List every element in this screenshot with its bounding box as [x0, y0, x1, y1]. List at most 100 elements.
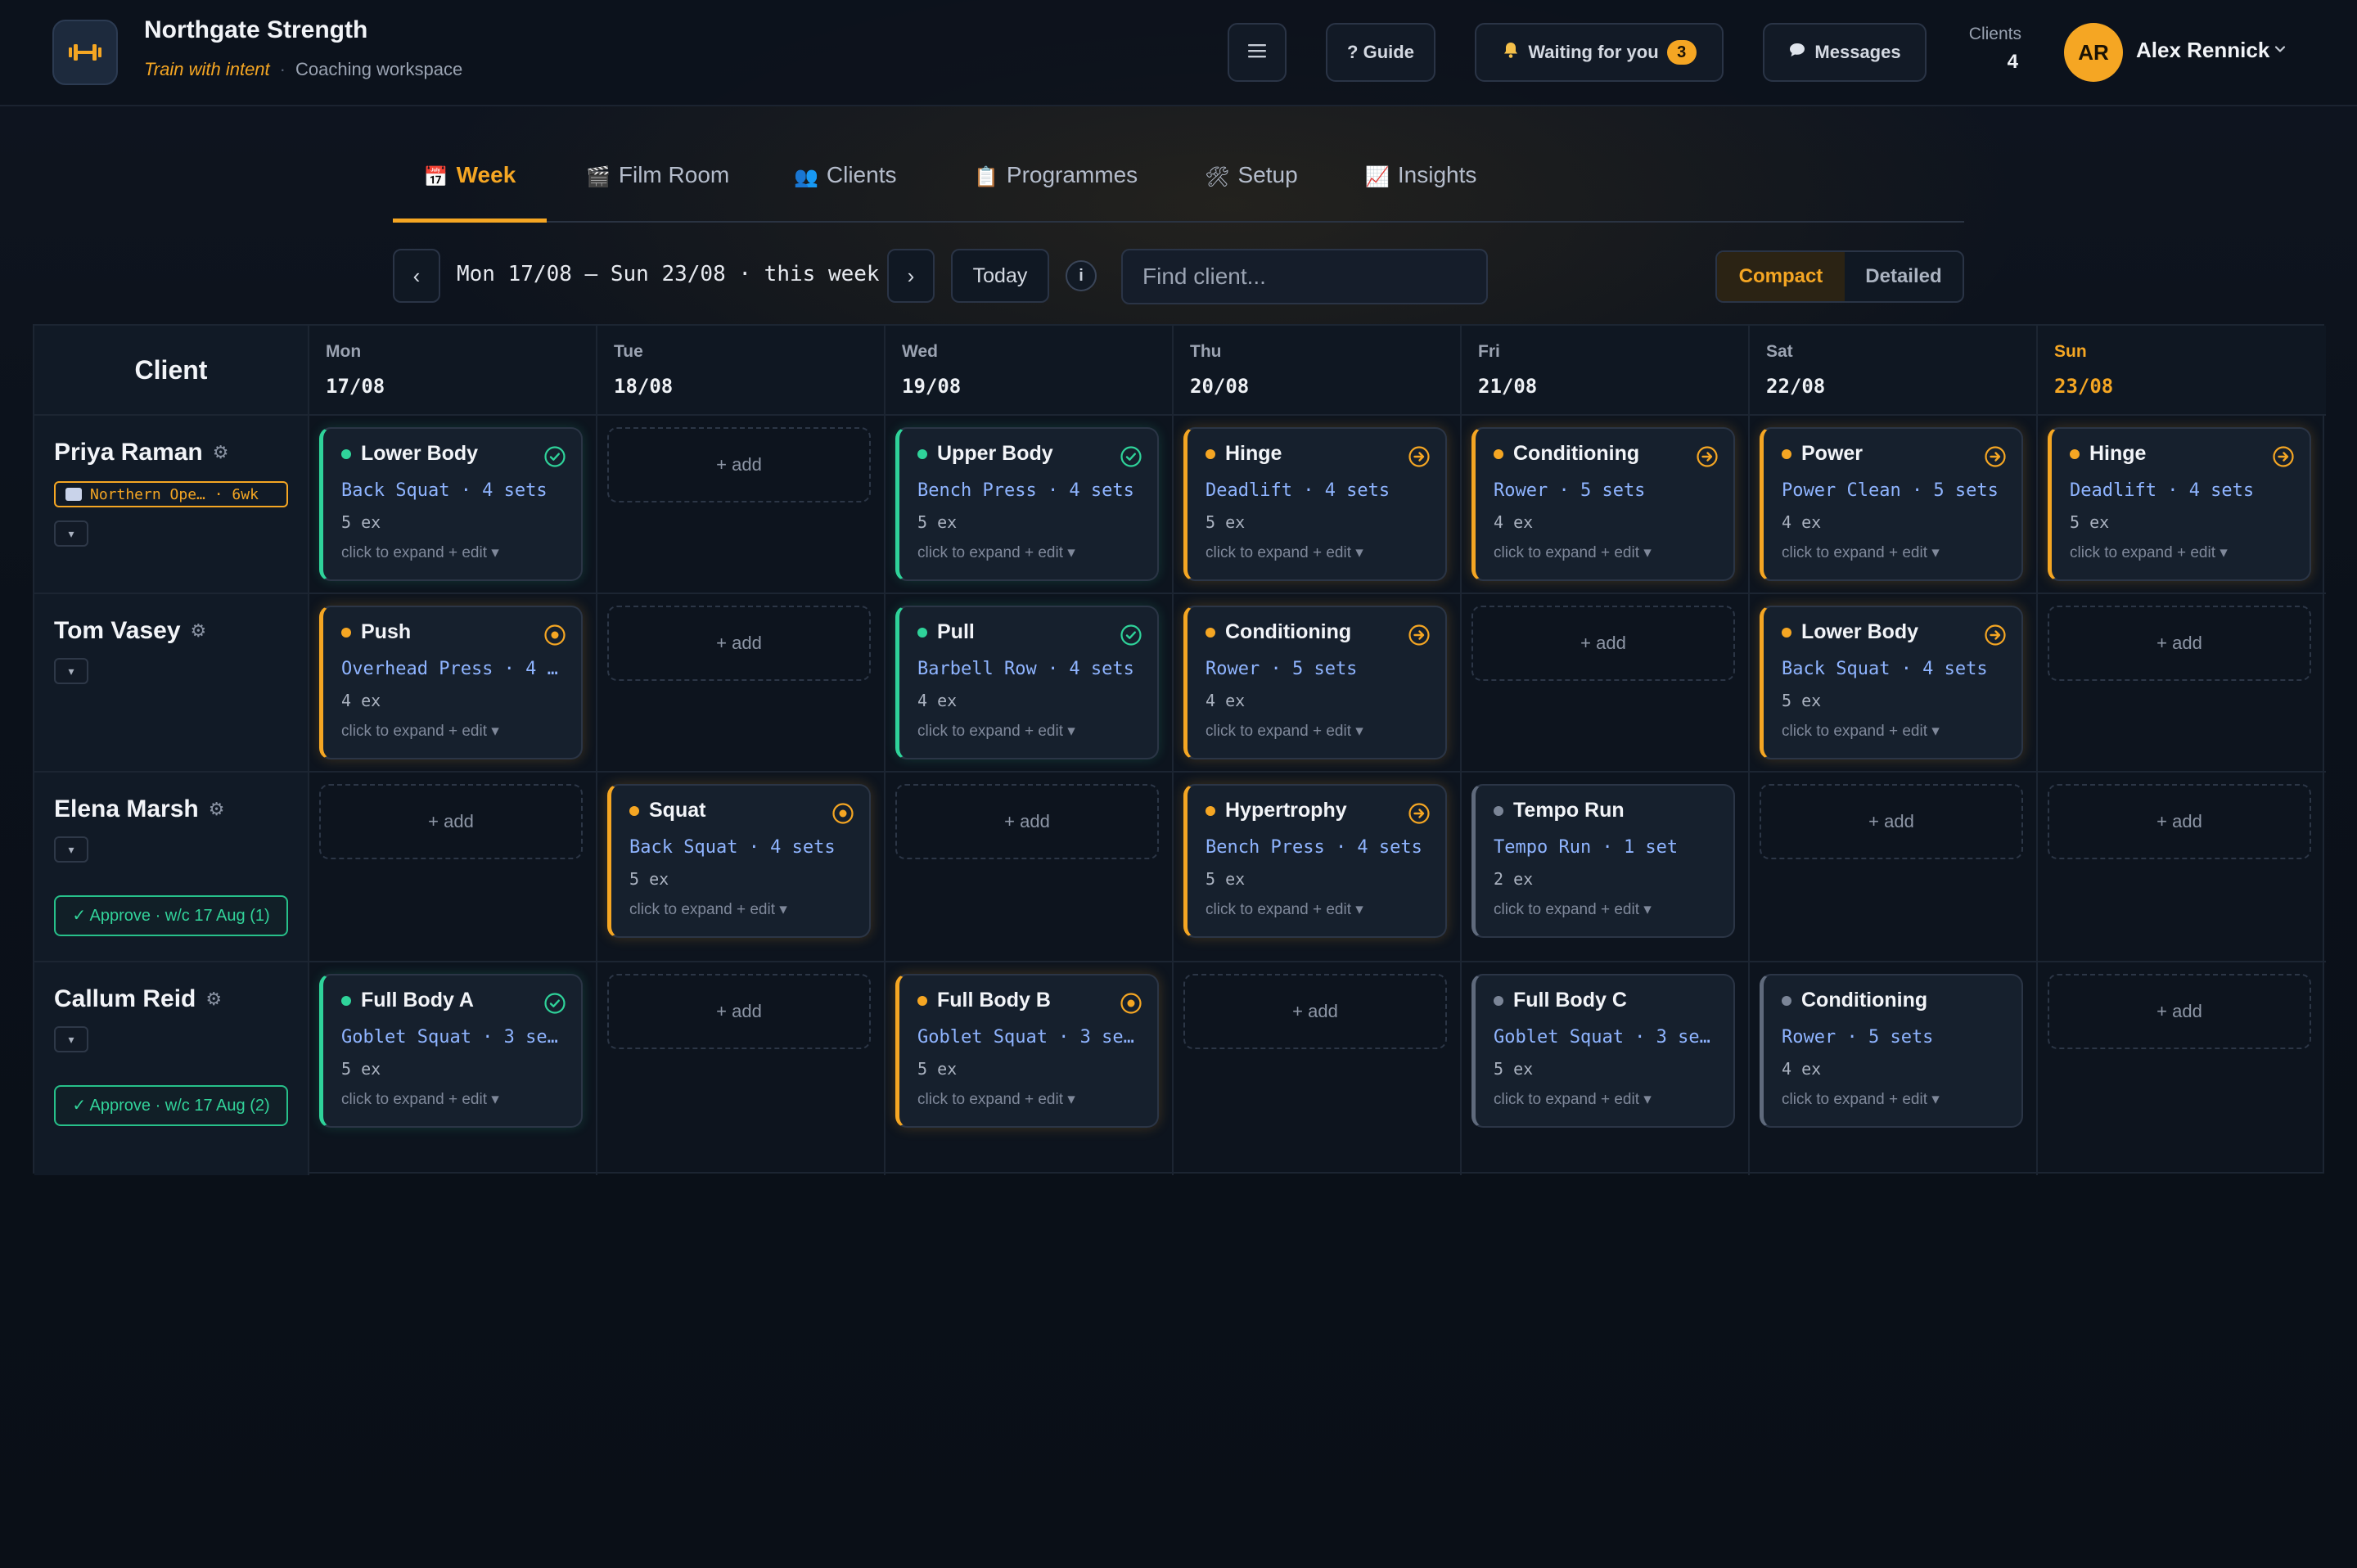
info-icon[interactable]: i: [1066, 260, 1097, 291]
session-title: Tempo Run: [1494, 799, 1720, 822]
session-card[interactable]: Conditioning Rower · 5 sets 4 ex click to e…: [1760, 974, 2023, 1128]
client-column-header: Client: [134, 354, 208, 385]
session-title-label: Full Body A: [361, 989, 474, 1012]
tab-film-room[interactable]: 🎬 Film Room: [586, 154, 729, 223]
status-dot: [2070, 448, 2080, 459]
day-name: Mon: [326, 342, 362, 361]
messages-button[interactable]: Messages: [1763, 23, 1927, 82]
clipboard-icon: 📋: [974, 166, 998, 188]
add-session-button[interactable]: + add: [2048, 606, 2311, 681]
client-name[interactable]: Tom Vasey ⚙: [54, 617, 308, 645]
tools-icon: 🛠: [1205, 166, 1230, 188]
tab-clients[interactable]: 👥 Clients: [794, 154, 896, 223]
session-card[interactable]: Lower Body Back Squat · 4 sets 5 ex click t…: [319, 427, 583, 581]
session-title: Squat: [629, 799, 856, 822]
session-card[interactable]: Push Overhead Press · 4 s… 4 ex click to ex…: [319, 606, 583, 759]
expand-hint: click to expand + edit ▾: [1494, 1091, 1652, 1108]
session-title: Upper Body: [917, 442, 1144, 466]
view-mode-toggle: Compact Detailed: [1715, 250, 1964, 303]
add-session-button[interactable]: + add: [895, 784, 1159, 859]
session-card[interactable]: Conditioning Rower · 5 sets 4 ex click to e…: [1471, 427, 1735, 581]
session-main-exercise: Power Clean · 5 sets: [1782, 480, 1999, 501]
user-name[interactable]: Alex Rennick: [2136, 38, 2269, 63]
session-title: Conditioning: [1494, 442, 1720, 466]
add-session-button[interactable]: + add: [1760, 784, 2023, 859]
find-client-input[interactable]: [1121, 249, 1488, 304]
previous-week-button[interactable]: ‹: [393, 249, 440, 303]
session-card[interactable]: Conditioning Rower · 5 sets 4 ex click to e…: [1183, 606, 1447, 759]
client-name[interactable]: Callum Reid ⚙: [54, 985, 308, 1013]
waiting-count-badge: 3: [1666, 40, 1697, 65]
expand-client-button[interactable]: ▾: [54, 520, 88, 547]
status-dot: [917, 448, 927, 459]
tab-setup[interactable]: 🛠 Setup: [1205, 154, 1298, 223]
session-card[interactable]: Full Body B Goblet Squat · 3 sets 5 ex clic…: [895, 974, 1159, 1128]
client-row-header: Elena Marsh ⚙ ▾ ✓ Approve · w/c 17 Aug (1): [34, 795, 308, 936]
detailed-view-button[interactable]: Detailed: [1845, 252, 1963, 301]
session-exercise-count: 5 ex: [2070, 512, 2110, 532]
tab-week[interactable]: 📅 Week: [393, 154, 547, 223]
session-main-exercise: Barbell Row · 4 sets: [917, 659, 1134, 679]
gear-icon[interactable]: ⚙: [213, 442, 229, 463]
calendar-icon: [65, 488, 82, 501]
approve-week-button[interactable]: ✓ Approve · w/c 17 Aug (1): [54, 895, 288, 936]
add-session-button[interactable]: + add: [607, 974, 871, 1049]
tab-programmes[interactable]: 📋 Programmes: [974, 154, 1138, 223]
add-session-button[interactable]: + add: [2048, 974, 2311, 1049]
add-session-button[interactable]: + add: [1183, 974, 1447, 1049]
add-session-button[interactable]: + add: [607, 606, 871, 681]
client-name[interactable]: Priya Raman ⚙: [54, 439, 308, 466]
session-main-exercise: Deadlift · 4 sets: [2070, 480, 2255, 501]
gear-icon[interactable]: ⚙: [191, 620, 207, 642]
speech-bubble-icon: [1788, 42, 1806, 63]
session-card[interactable]: Tempo Run Tempo Run · 1 set 2 ex click to e…: [1471, 784, 1735, 938]
session-card[interactable]: Hinge Deadlift · 4 sets 5 ex click to expan…: [1183, 427, 1447, 581]
programme-chip-label: Northern Ope… · 6wk: [90, 485, 259, 503]
session-title-label: Tempo Run: [1513, 799, 1625, 822]
client-row-header: Tom Vasey ⚙ ▾: [34, 617, 308, 684]
menu-button[interactable]: [1228, 23, 1287, 82]
bell-icon: [1502, 41, 1520, 64]
session-card[interactable]: Full Body C Goblet Squat · 3 sets 5 ex clic…: [1471, 974, 1735, 1128]
add-session-button[interactable]: + add: [319, 784, 583, 859]
target-circle-icon: [544, 624, 566, 646]
week-schedule-grid: Client Mon 17/08 Tue 18/08 Wed 19/08 Thu 20/08 F…: [33, 324, 2326, 1175]
session-card[interactable]: Power Power Clean · 5 sets 4 ex click to ex…: [1760, 427, 2023, 581]
session-card[interactable]: Squat Back Squat · 4 sets 5 ex click to exp…: [607, 784, 871, 938]
tab-setup-label: Setup: [1237, 162, 1298, 187]
grid-column-divider: [308, 326, 309, 1175]
programme-chip[interactable]: Northern Ope… · 6wk: [54, 481, 288, 507]
session-main-exercise: Goblet Squat · 3 sets: [341, 1027, 568, 1048]
session-card[interactable]: Hinge Deadlift · 4 sets 5 ex click to expan…: [2048, 427, 2311, 581]
session-card[interactable]: Lower Body Back Squat · 4 sets 5 ex click t…: [1760, 606, 2023, 759]
approve-week-button[interactable]: ✓ Approve · w/c 17 Aug (2): [54, 1085, 288, 1126]
tab-insights[interactable]: 📈 Insights: [1365, 154, 1476, 223]
compact-view-button[interactable]: Compact: [1717, 252, 1845, 301]
session-card[interactable]: Upper Body Bench Press · 4 sets 5 ex click …: [895, 427, 1159, 581]
add-session-button[interactable]: + add: [2048, 784, 2311, 859]
session-card[interactable]: Pull Barbell Row · 4 sets 4 ex click to exp…: [895, 606, 1159, 759]
next-week-button[interactable]: ›: [887, 249, 935, 303]
chart-up-icon: 📈: [1365, 166, 1390, 188]
guide-button[interactable]: ? Guide: [1326, 23, 1435, 82]
session-card[interactable]: Hypertrophy Bench Press · 4 sets 5 ex click…: [1183, 784, 1447, 938]
user-avatar[interactable]: AR: [2064, 23, 2123, 82]
gear-icon[interactable]: ⚙: [209, 799, 225, 820]
session-card[interactable]: Full Body A Goblet Squat · 3 sets 5 ex clic…: [319, 974, 583, 1128]
day-header-sun: Sun 23/08: [2036, 326, 2324, 414]
day-date: 18/08: [614, 375, 674, 398]
client-name[interactable]: Elena Marsh ⚙: [54, 795, 308, 823]
gear-icon[interactable]: ⚙: [205, 989, 222, 1010]
add-session-button[interactable]: + add: [1471, 606, 1735, 681]
expand-client-button[interactable]: ▾: [54, 1026, 88, 1052]
session-main-exercise: Goblet Squat · 3 sets: [1494, 1027, 1720, 1048]
clients-counter: Clients 4: [1940, 25, 2021, 74]
expand-client-button[interactable]: ▾: [54, 658, 88, 684]
today-button[interactable]: Today: [951, 249, 1049, 303]
waiting-for-you-button[interactable]: Waiting for you 3: [1475, 23, 1724, 82]
session-title: Power: [1782, 442, 2008, 466]
expand-client-button[interactable]: ▾: [54, 836, 88, 863]
clapperboard-icon: 🎬: [586, 166, 611, 188]
chevron-down-icon[interactable]: [2272, 41, 2288, 61]
add-session-button[interactable]: + add: [607, 427, 871, 502]
